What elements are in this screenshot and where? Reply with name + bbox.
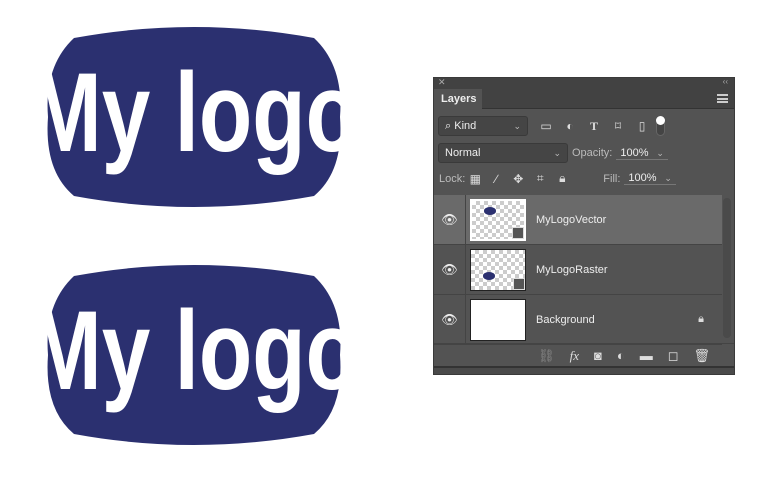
chevron-down-icon: ⌄ xyxy=(553,147,561,158)
lock-label: Lock: xyxy=(439,172,466,185)
kind-label: Kind xyxy=(454,119,477,132)
visibility-eye-icon[interactable]: 👁︎ xyxy=(434,295,466,344)
tab-layers[interactable]: Layers xyxy=(434,89,482,109)
scrollbar[interactable] xyxy=(723,198,731,338)
lock-artboard-icon[interactable]: ⌗ xyxy=(529,171,551,186)
resize-handle[interactable] xyxy=(434,366,734,374)
lock-icon: 🔒︎ xyxy=(698,313,704,325)
logo-raster: My logo xyxy=(44,265,344,445)
link-layers-icon[interactable]: ⛓ xyxy=(538,348,555,364)
close-icon[interactable]: ✕ xyxy=(438,77,446,88)
blend-mode-value: Normal xyxy=(445,147,481,159)
layers-panel: ✕ ‹‹ Layers ⌕ Kind ⌄ ▭ ◐ T ⌑ ▯ Normal ⌄ Op… xyxy=(433,77,735,375)
layer-name[interactable]: MyLogoVector xyxy=(536,214,606,226)
adjustment-filter-icon[interactable]: ◐ xyxy=(558,119,582,133)
add-mask-icon[interactable]: ◙ xyxy=(594,348,602,363)
filter-kind-select[interactable]: ⌕ Kind ⌄ xyxy=(438,116,528,136)
layer-row[interactable]: 👁︎ MyLogoRaster xyxy=(434,245,722,295)
lock-position-move-icon[interactable]: ✥ xyxy=(507,172,529,186)
svg-text:My logo: My logo xyxy=(44,51,344,176)
layers-list: 👁︎ MyLogoVector 👁︎ MyLogoRaster 👁︎ Backg… xyxy=(434,195,722,345)
lock-transparent-icon[interactable]: ▦ xyxy=(465,172,485,186)
layer-thumbnail xyxy=(470,248,526,291)
opacity-dropdown-icon[interactable]: ⌄ xyxy=(656,148,664,159)
new-layer-icon[interactable]: ◻ xyxy=(668,348,679,364)
logo-vector: My logo xyxy=(44,27,344,207)
shape-filter-icon[interactable]: ⌑ xyxy=(606,119,630,133)
collapse-icon[interactable]: ‹‹ xyxy=(723,77,728,86)
fill-label: Fill: xyxy=(603,172,621,185)
panel-footer: ⛓ fx ◙ ◐ ▬ ◻ 🗑︎ xyxy=(434,343,734,367)
blend-mode-select[interactable]: Normal ⌄ xyxy=(438,143,568,163)
chevron-down-icon: ⌄ xyxy=(513,120,521,131)
lock-paint-brush-icon[interactable]: ∕ xyxy=(485,172,507,186)
lock-all-icon[interactable]: 🔒︎ xyxy=(551,171,573,186)
layer-name[interactable]: Background xyxy=(536,314,595,326)
opacity-label: Opacity: xyxy=(572,147,613,159)
layer-name[interactable]: MyLogoRaster xyxy=(536,264,608,276)
layer-thumbnail xyxy=(470,198,526,241)
svg-text:My logo: My logo xyxy=(44,289,344,414)
filter-toggle[interactable] xyxy=(656,116,665,136)
fx-icon[interactable]: fx xyxy=(570,348,579,364)
trash-icon[interactable]: 🗑︎ xyxy=(693,348,710,364)
panel-titlebar: ✕ ‹‹ xyxy=(434,77,734,89)
visibility-eye-icon[interactable]: 👁︎ xyxy=(434,195,466,244)
pixel-filter-icon[interactable]: ▭ xyxy=(534,119,558,133)
type-filter-icon[interactable]: T xyxy=(582,119,606,134)
visibility-eye-icon[interactable]: 👁︎ xyxy=(434,245,466,294)
search-icon: ⌕ xyxy=(445,119,452,132)
fill-dropdown-icon[interactable]: ⌄ xyxy=(664,173,672,184)
smart-object-icon xyxy=(512,226,524,239)
layer-thumbnail xyxy=(470,298,526,341)
panel-menu-icon[interactable] xyxy=(717,94,728,103)
new-adjustment-layer-icon[interactable]: ◐ xyxy=(617,348,625,363)
new-group-folder-icon[interactable]: ▬ xyxy=(640,348,653,363)
layer-row[interactable]: 👁︎ Background 🔒︎ xyxy=(434,295,722,345)
layer-row[interactable]: 👁︎ MyLogoVector xyxy=(434,195,722,245)
smart-object-filter-icon[interactable]: ▯ xyxy=(630,119,654,133)
smart-object-icon xyxy=(513,277,525,290)
